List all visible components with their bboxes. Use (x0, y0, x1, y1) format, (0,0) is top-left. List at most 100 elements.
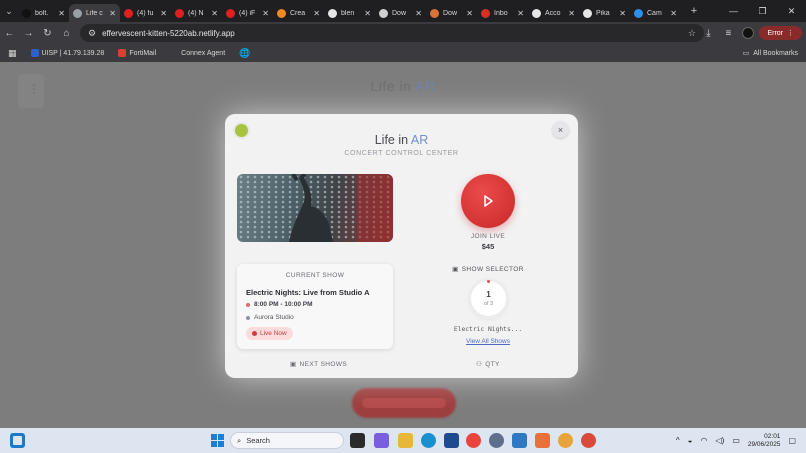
error-button[interactable]: Error ⋮ (759, 26, 802, 40)
copilot-icon[interactable] (374, 433, 389, 448)
apps-grid-icon[interactable]: ▦ (8, 48, 17, 59)
error-label: Error (767, 29, 783, 37)
browser-tab[interactable]: Pika ✕ (579, 4, 630, 22)
uisp-icon (30, 49, 39, 57)
clock-date: 29/06/2025 (747, 440, 781, 448)
volume-icon[interactable]: ◁) (716, 436, 725, 445)
bookmark-uisp[interactable]: UISP | 41.79.139.28 (30, 49, 104, 57)
terminal-icon[interactable] (444, 433, 459, 448)
tab-search-icon[interactable]: ⌄ (0, 0, 18, 22)
file-explorer-icon[interactable] (398, 433, 413, 448)
show-selector-dial[interactable]: 1 of 3 (471, 280, 506, 316)
site-info-icon[interactable]: ⚙ (88, 28, 96, 39)
tab-favicon-icon (277, 8, 286, 18)
view-all-shows-link[interactable]: View All Shows (438, 338, 538, 345)
browser-tab[interactable]: (4) iF ✕ (222, 4, 273, 22)
network-shield-icon[interactable]: ◒ (688, 436, 693, 445)
tab-favicon-icon (175, 8, 184, 18)
tab-close-icon[interactable]: ✕ (364, 9, 371, 18)
reload-icon[interactable]: ↻ (38, 22, 57, 44)
tab-close-icon[interactable]: ✕ (313, 9, 320, 18)
clock[interactable]: 02:01 29/06/2025 (748, 433, 781, 449)
minimize-icon[interactable]: — (719, 0, 748, 22)
tab-label: (4) iF (239, 9, 256, 17)
browser-tab[interactable]: bolt. ✕ (18, 4, 69, 22)
restore-icon[interactable]: ❐ (748, 0, 777, 22)
live-status-badge: Live Now (246, 327, 293, 340)
browser-tab[interactable]: blen ✕ (324, 4, 375, 22)
qty-button[interactable]: ⚇ QTY (476, 360, 500, 369)
wifi-icon[interactable]: ◠ (701, 436, 708, 445)
bookmark-connex-agent[interactable]: Connex Agent (170, 49, 225, 57)
browser-tab[interactable]: Life c ✕ (69, 4, 120, 22)
qty-label: QTY (485, 360, 500, 368)
app-orange-icon[interactable] (535, 433, 550, 448)
battery-icon[interactable]: ▭ (732, 436, 740, 445)
tab-close-icon[interactable]: ✕ (109, 9, 116, 18)
tab-close-icon[interactable]: ✕ (466, 9, 473, 18)
more-menu-icon[interactable]: ⋮ (787, 29, 794, 37)
tab-favicon-icon (22, 8, 31, 18)
background-title-prefix: Life in (370, 78, 416, 94)
tab-close-icon[interactable]: ✕ (619, 9, 626, 18)
bookmarks-bar: ▦ UISP | 41.79.139.28 FortiMail Connex A… (0, 44, 806, 62)
tab-close-icon[interactable]: ✕ (211, 9, 218, 18)
taskbar-search[interactable]: ⌕ Search (230, 432, 344, 449)
browser-tab[interactable]: Acco ✕ (528, 4, 579, 22)
notification-icon[interactable]: ▢ (788, 436, 796, 445)
tab-close-icon[interactable]: ✕ (58, 9, 65, 18)
concert-control-modal: × Life in AR CONCERT CONTROL CENTER CURR… (225, 114, 578, 378)
all-bookmarks-button[interactable]: ▭ All Bookmarks (743, 44, 798, 62)
app-yellow-icon[interactable] (558, 433, 573, 448)
back-icon[interactable]: ← (0, 22, 19, 44)
join-live-play-button[interactable] (461, 174, 515, 228)
start-button[interactable] (211, 434, 224, 447)
tab-close-icon[interactable]: ✕ (670, 9, 677, 18)
download-icon[interactable]: ⤓ (699, 24, 717, 42)
tab-favicon-icon (430, 8, 439, 18)
browser-tab[interactable]: Dow ✕ (375, 4, 426, 22)
bookmark-star-icon[interactable]: ☆ (688, 28, 696, 39)
home-icon[interactable]: ⌂ (57, 22, 76, 44)
new-tab-button[interactable]: + (685, 5, 703, 17)
calendar-icon: ▣ (452, 266, 459, 273)
tab-close-icon[interactable]: ✕ (160, 9, 167, 18)
browser-tab[interactable]: Crea ✕ (273, 4, 324, 22)
settings-icon[interactable] (489, 433, 504, 448)
bookmark-globe[interactable]: 🌐 (239, 48, 250, 59)
browser-tab[interactable]: (4) fu ✕ (120, 4, 171, 22)
tab-label: bolt. (35, 9, 49, 17)
task-view-icon[interactable] (350, 433, 365, 448)
tab-close-icon[interactable]: ✕ (262, 9, 269, 18)
forward-icon[interactable]: → (19, 22, 38, 44)
tab-close-icon[interactable]: ✕ (568, 9, 575, 18)
chrome-2-icon[interactable] (581, 433, 596, 448)
tab-close-icon[interactable]: ✕ (517, 9, 524, 18)
browser-tab[interactable]: Cam ✕ (630, 4, 681, 22)
venue-bullet-icon (246, 315, 250, 320)
tab-label: Life c (86, 9, 103, 17)
tab-close-icon[interactable]: ✕ (415, 9, 422, 18)
profile-avatar[interactable] (739, 24, 757, 42)
live-dot-icon (252, 331, 257, 336)
widgets-icon[interactable] (10, 433, 25, 448)
all-bookmarks-label: All Bookmarks (753, 49, 798, 57)
browser-tab[interactable]: Inbo ✕ (477, 4, 528, 22)
browser-tab[interactable]: Dow ✕ (426, 4, 477, 22)
next-shows-button[interactable]: ▣ NEXT SHOWS (290, 360, 347, 369)
folder-icon: ▭ (742, 50, 750, 57)
toolbar-right: ⤓ ≡ Error ⋮ (699, 22, 806, 44)
url-field[interactable]: ⚙ effervescent-kitten-5220ab.netlify.app… (80, 24, 704, 42)
browser-tab[interactable]: (4) N ✕ (171, 4, 222, 22)
connex-icon (170, 49, 179, 57)
show-title: Electric Nights: Live from Studio A (246, 288, 370, 297)
edge-icon[interactable] (421, 433, 436, 448)
globe-icon: 🌐 (239, 47, 251, 58)
tray-overflow-icon[interactable]: ^ (676, 436, 680, 445)
live-status-label: Live Now (260, 330, 287, 337)
close-window-icon[interactable]: ✕ (777, 0, 806, 22)
chrome-icon[interactable] (466, 433, 481, 448)
media-controls-icon[interactable]: ≡ (719, 24, 737, 42)
bookmark-fortimail[interactable]: FortiMail (118, 49, 156, 57)
remote-desktop-icon[interactable] (512, 433, 527, 448)
